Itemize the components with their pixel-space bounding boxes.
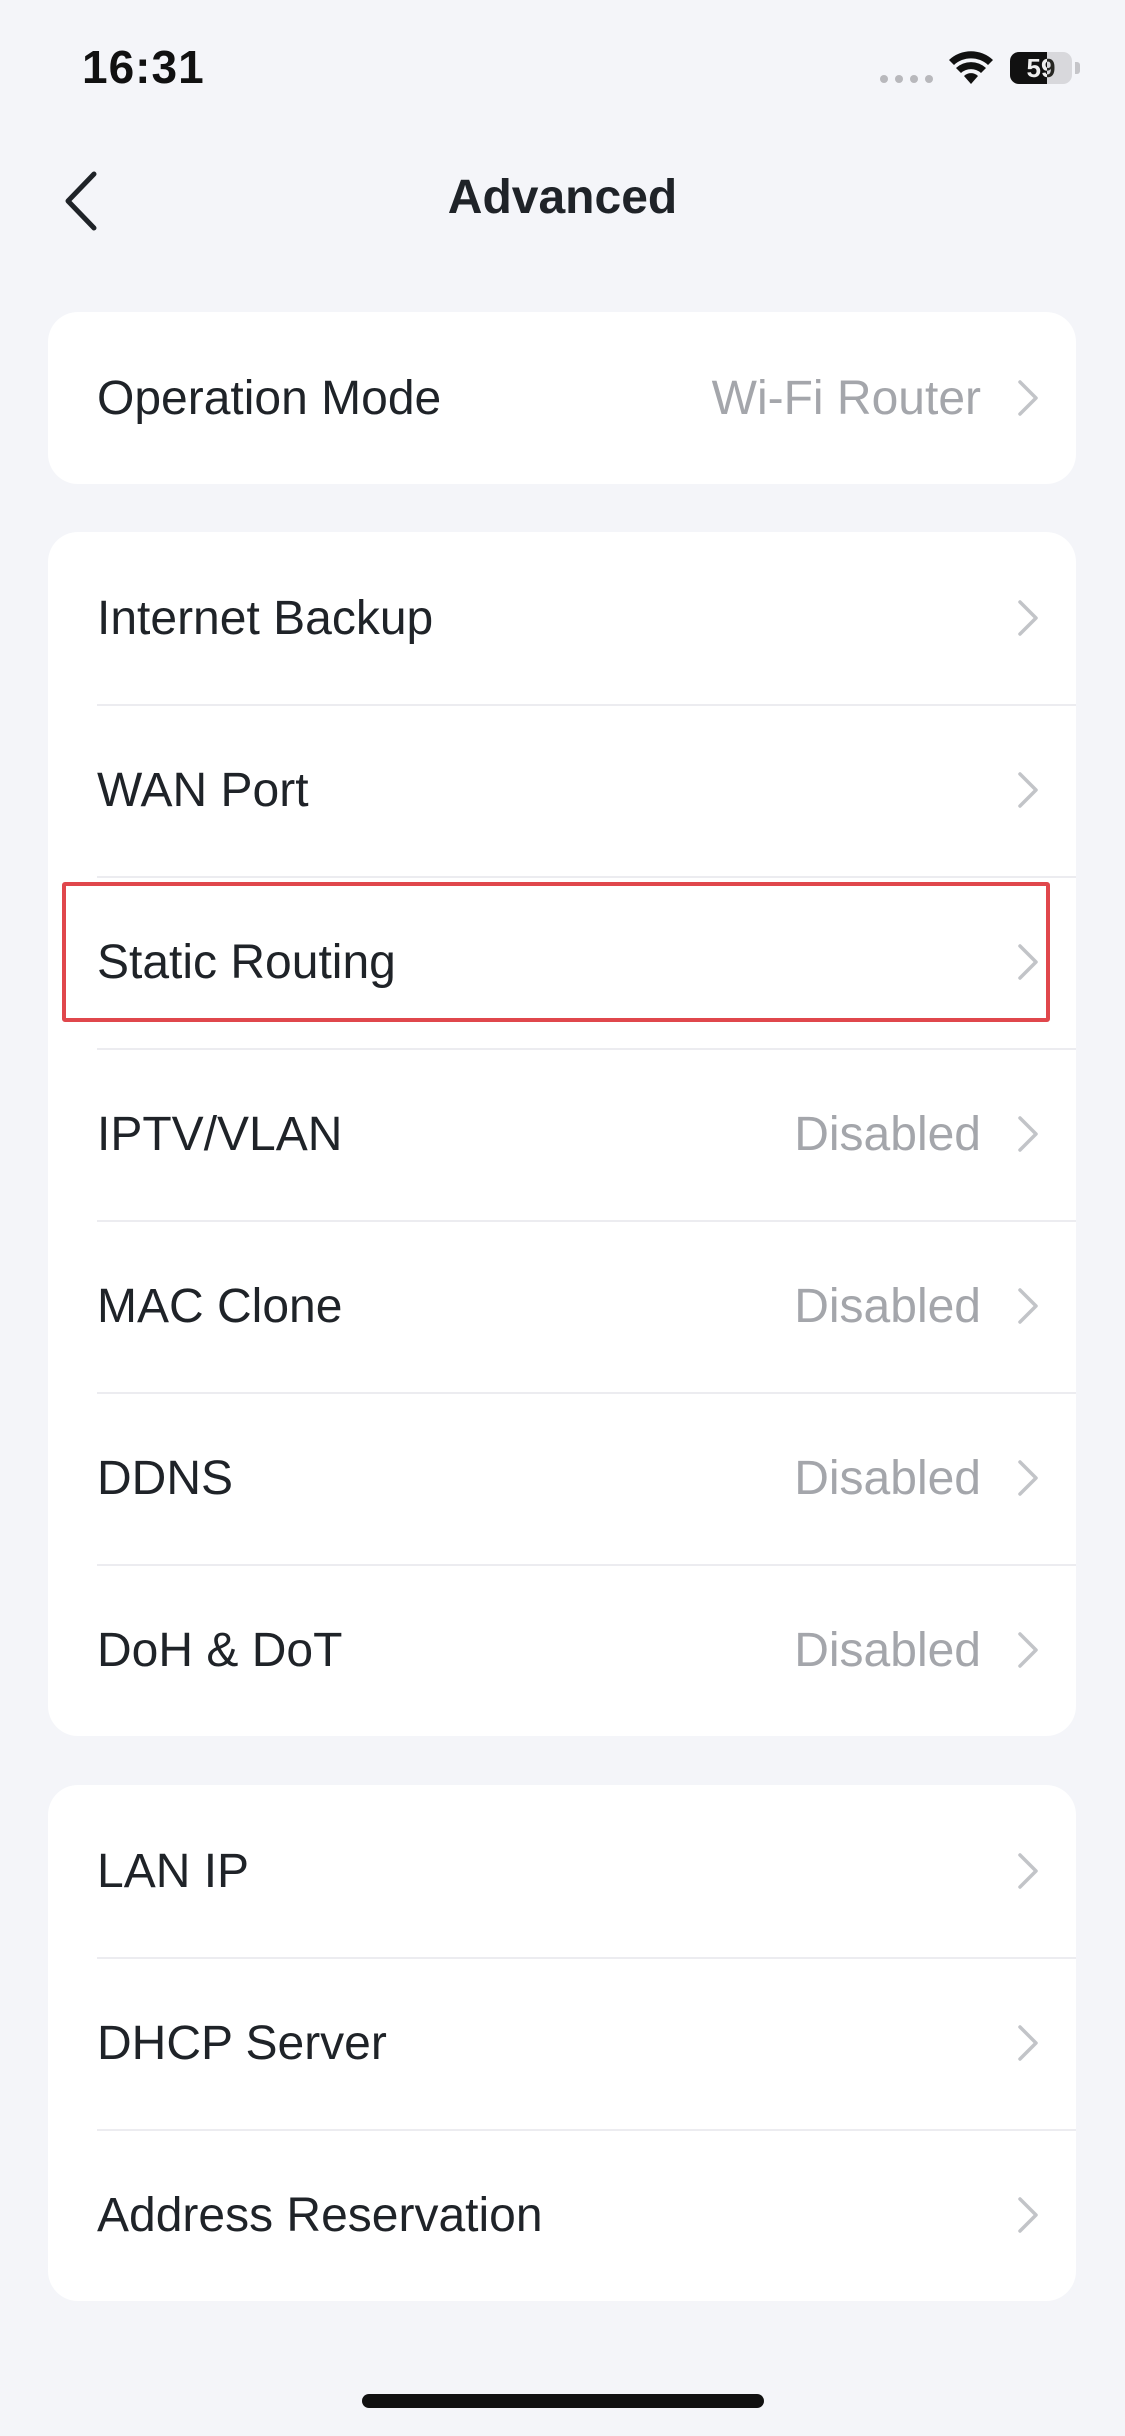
nav-bar: Advanced [0,140,1125,260]
battery-icon: 59 [1010,52,1072,84]
chevron-right-icon [1018,2025,1038,2061]
battery-tip [1075,62,1080,74]
row-label: LAN IP [97,1844,250,1898]
row-value: Disabled [794,1623,981,1677]
chevron-right-icon [1018,380,1038,416]
row-dhcp-server[interactable]: DHCP Server [48,1957,1076,2129]
chevron-right-icon [1018,1288,1038,1324]
chevron-right-icon [1018,772,1038,808]
chevron-right-icon [1018,1632,1038,1668]
row-value: Disabled [794,1451,981,1505]
row-label: DoH & DoT [97,1623,343,1677]
cellular-signal-icon [880,75,933,83]
row-label: DDNS [97,1451,234,1505]
page-title: Advanced [447,171,678,224]
card-lan-settings: LAN IP DHCP Server Address Reservation [48,1785,1076,2301]
status-bar: 16:31 59 [0,0,1125,130]
battery-level: 59 [1026,53,1056,83]
chevron-right-icon [1018,1460,1038,1496]
row-label: Static Routing [97,935,396,989]
chevron-right-icon [1018,2197,1038,2233]
row-mac-clone[interactable]: MAC Clone Disabled [48,1220,1076,1392]
home-indicator [362,2394,764,2408]
row-value: Disabled [794,1107,981,1161]
chevron-right-icon [1018,944,1038,980]
row-label: WAN Port [97,763,309,817]
row-label: DHCP Server [97,2016,387,2070]
row-iptv-vlan[interactable]: IPTV/VLAN Disabled [48,1048,1076,1220]
chevron-right-icon [1018,1116,1038,1152]
row-internet-backup[interactable]: Internet Backup [48,532,1076,704]
wifi-icon [949,51,993,84]
row-ddns[interactable]: DDNS Disabled [48,1392,1076,1564]
row-static-routing[interactable]: Static Routing [48,876,1076,1048]
row-label: Internet Backup [97,591,434,645]
status-time: 16:31 [82,41,205,93]
row-label: MAC Clone [97,1279,343,1333]
row-value: Disabled [794,1279,981,1333]
chevron-right-icon [1018,1853,1038,1889]
row-value: Wi-Fi Router [711,371,981,425]
row-doh-dot[interactable]: DoH & DoT Disabled [48,1564,1076,1736]
row-operation-mode[interactable]: Operation Mode Wi-Fi Router [48,312,1076,484]
chevron-right-icon [1018,600,1038,636]
row-label: Address Reservation [97,2188,543,2242]
row-label: IPTV/VLAN [97,1107,343,1161]
row-label: Operation Mode [97,371,442,425]
card-operation-mode: Operation Mode Wi-Fi Router [48,312,1076,484]
row-lan-ip[interactable]: LAN IP [48,1785,1076,1957]
card-wan-settings: Internet Backup WAN Port Static Routing … [48,532,1076,1736]
row-wan-port[interactable]: WAN Port [48,704,1076,876]
row-address-reservation[interactable]: Address Reservation [48,2129,1076,2301]
